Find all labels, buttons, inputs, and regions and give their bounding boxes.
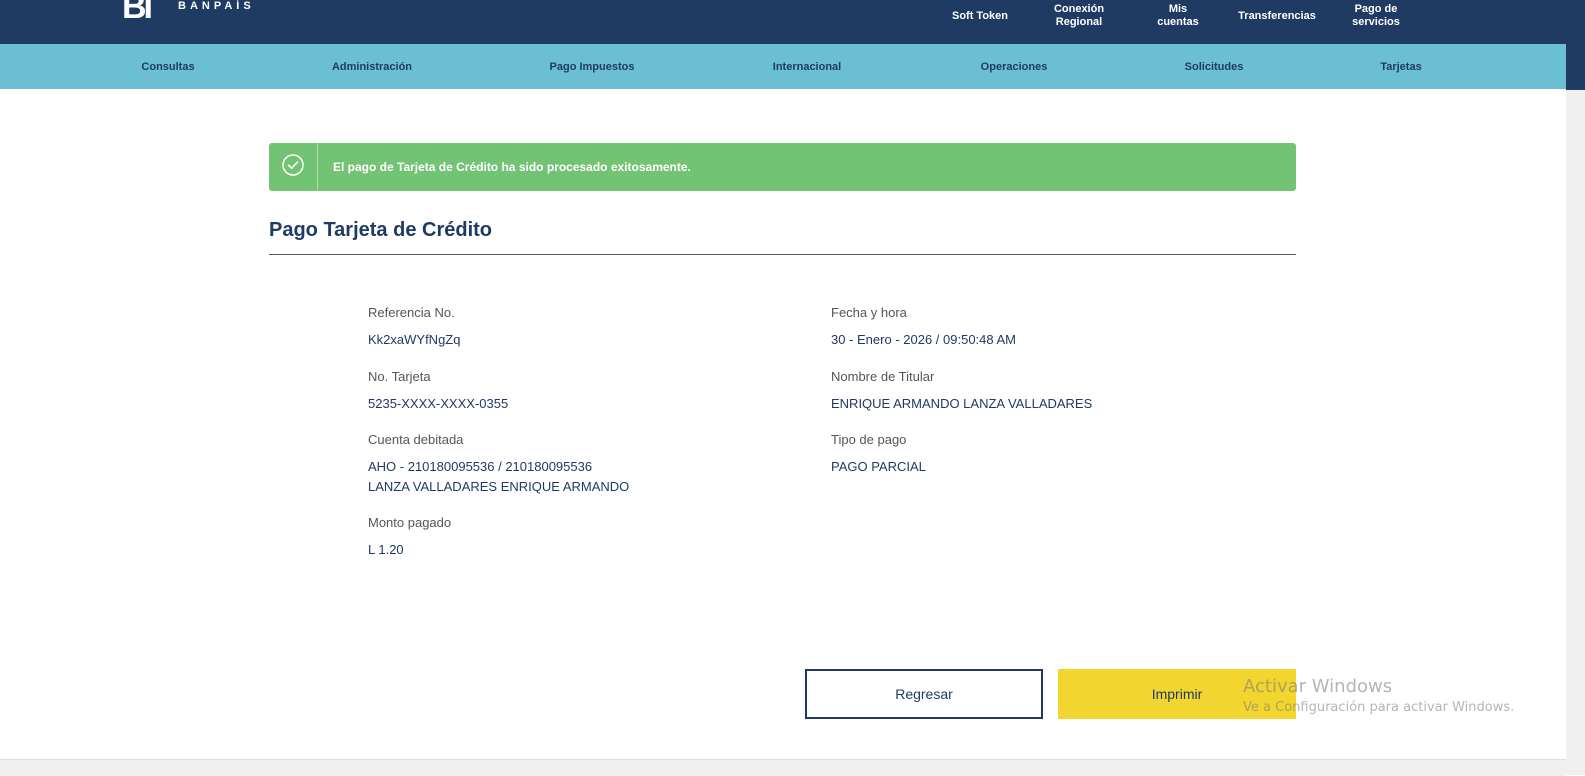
windows-activation-title: Activar Windows — [1243, 676, 1393, 697]
field-debited-account: Cuenta debitada AHO - 210180095536 / 210… — [368, 432, 788, 497]
logo-mark: BI — [122, 0, 153, 26]
nav-item-operaciones[interactable]: Operaciones — [954, 44, 1074, 89]
alert-icon-box — [269, 143, 318, 191]
page-title: Pago Tarjeta de Crédito — [269, 219, 493, 241]
field-value: PAGO PARCIAL — [831, 459, 926, 474]
account-line-1: AHO - 210180095536 / 210180095536 — [368, 459, 593, 474]
nav-item-internacional[interactable]: Internacional — [747, 44, 867, 89]
field-value: 5235-XXXX-XXXX-0355 — [368, 396, 509, 411]
field-value: ENRIQUE ARMANDO LANZA VALLADARES — [831, 396, 1093, 411]
field-label: Tipo de pago — [831, 432, 907, 447]
field-holder: Nombre de Titular ENRIQUE ARMANDO LANZA … — [831, 369, 1251, 414]
field-payment-type: Tipo de pago PAGO PARCIAL — [831, 432, 1251, 477]
alert-message: El pago de Tarjeta de Crédito ha sido pr… — [333, 160, 691, 174]
top-link-mis-cuentas[interactable]: Mis cuentas — [1145, 0, 1211, 32]
top-link-conexion-regional[interactable]: Conexión Regional — [1043, 0, 1115, 32]
field-label: Fecha y hora — [831, 305, 907, 320]
nav-item-administracion[interactable]: Administración — [312, 44, 432, 89]
scrollbar[interactable] — [1566, 0, 1585, 775]
scrollbar-thumb[interactable] — [1566, 0, 1585, 90]
back-button[interactable]: Regresar — [805, 669, 1043, 719]
top-link-pago-servicios[interactable]: Pago de servicios — [1342, 0, 1410, 32]
nav-item-tarjetas[interactable]: Tarjetas — [1350, 44, 1452, 89]
nav-item-solicitudes[interactable]: Solicitudes — [1154, 44, 1274, 89]
main-nav: Consultas Administración Pago Impuestos … — [0, 44, 1566, 89]
field-label: Referencia No. — [368, 305, 455, 320]
title-divider — [269, 254, 1296, 255]
top-link-soft-token[interactable]: Soft Token — [945, 0, 1015, 32]
windows-activation-subtitle: Ve a Configuración para activar Windows. — [1243, 700, 1515, 715]
field-value: 30 - Enero - 2026 / 09:50:48 AM — [831, 332, 1017, 347]
logo-text: BANPAÍS — [178, 0, 255, 12]
field-datetime: Fecha y hora 30 - Enero - 2026 / 09:50:4… — [831, 305, 1251, 350]
field-reference: Referencia No. Kk2xaWYfNgZq — [368, 305, 788, 350]
check-circle-icon — [281, 153, 305, 182]
field-label: Monto pagado — [368, 515, 452, 530]
field-amount-paid: Monto pagado L 1.20 — [368, 515, 788, 560]
field-value: L 1.20 — [368, 542, 404, 557]
field-value: AHO - 210180095536 / 210180095536 LANZA … — [368, 457, 788, 497]
field-label: Cuenta debitada — [368, 432, 464, 447]
field-label: No. Tarjeta — [368, 369, 431, 384]
field-value: Kk2xaWYfNgZq — [368, 332, 461, 347]
top-link-transferencias[interactable]: Transferencias — [1232, 0, 1322, 32]
nav-item-pago-impuestos[interactable]: Pago Impuestos — [532, 44, 652, 89]
field-label: Nombre de Titular — [831, 369, 935, 384]
nav-item-consultas[interactable]: Consultas — [118, 44, 218, 89]
field-card-number: No. Tarjeta 5235-XXXX-XXXX-0355 — [368, 369, 788, 414]
browser-bottom-bar — [0, 759, 1566, 776]
top-bar: BI BANPAÍS Soft Token Conexión Regional … — [0, 0, 1566, 44]
success-alert: El pago de Tarjeta de Crédito ha sido pr… — [269, 143, 1296, 191]
account-line-2: LANZA VALLADARES ENRIQUE ARMANDO — [368, 479, 630, 494]
